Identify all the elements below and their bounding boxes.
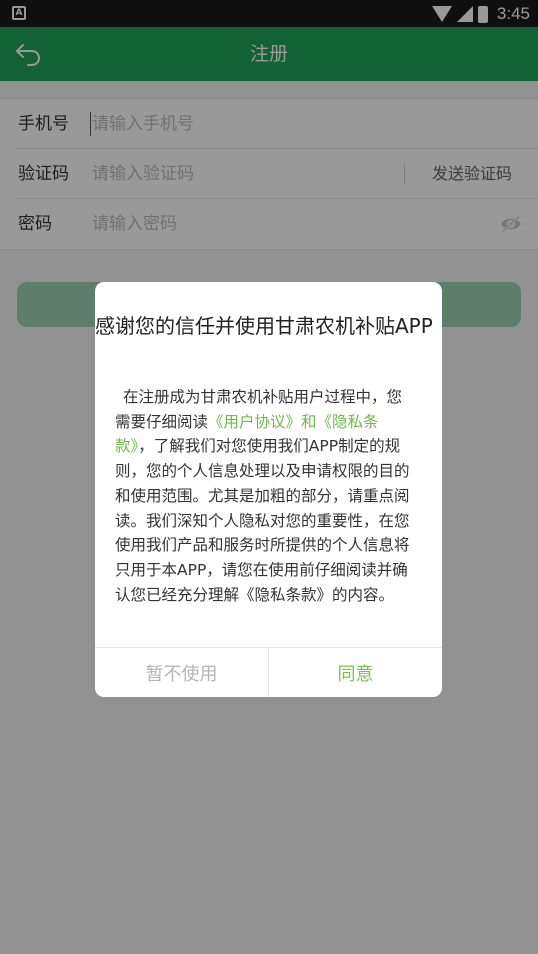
privacy-dialog: 感谢您的信任并使用甘肃农机补贴APP 在注册成为甘肃农机补贴用户过程中，您需要仔… xyxy=(95,282,442,697)
dialog-footer: 暂不使用 同意 xyxy=(95,647,442,697)
body-text-2: ，了解我们对您使用我们APP制定的规则，您的个人信息处理以及申请权限的目的和使用… xyxy=(115,437,410,604)
agree-button[interactable]: 同意 xyxy=(269,648,442,697)
user-agreement-link[interactable]: 《用户协议》 xyxy=(208,413,301,431)
dialog-title: 感谢您的信任并使用甘肃农机补贴APP xyxy=(95,314,433,338)
cancel-button[interactable]: 暂不使用 xyxy=(95,648,269,697)
dialog-body: 在注册成为甘肃农机补贴用户过程中，您需要仔细阅读《用户协议》和《隐私条款》，了解… xyxy=(115,385,415,607)
and-text: 和 xyxy=(301,412,317,431)
